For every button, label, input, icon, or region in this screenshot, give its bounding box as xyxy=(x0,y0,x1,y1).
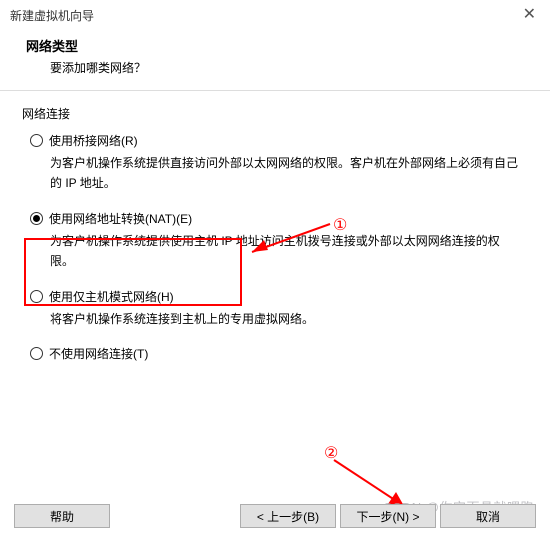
next-button[interactable]: 下一步(N) > xyxy=(340,504,436,528)
option-desc: 将客户机操作系统连接到主机上的专用虚拟网络。 xyxy=(30,305,528,329)
radio-icon xyxy=(30,134,43,147)
option-nat: 使用网络地址转换(NAT)(E) 为客户机操作系统提供使用主机 IP 地址访问主… xyxy=(30,210,528,272)
option-desc: 为客户机操作系统提供直接访问外部以太网网络的权限。客户机在外部网络上必须有自己的… xyxy=(30,149,528,194)
option-desc: 为客户机操作系统提供使用主机 IP 地址访问主机拨号连接或外部以太网网络连接的权… xyxy=(30,227,528,272)
page-subtitle: 要添加哪类网络？ xyxy=(26,55,550,76)
annotation-two: ② xyxy=(324,443,338,463)
option-label: 使用桥接网络(R) xyxy=(49,132,138,149)
option-none: 不使用网络连接(T) xyxy=(30,345,528,362)
radio-icon xyxy=(30,290,43,303)
cancel-button[interactable]: 取消 xyxy=(440,504,536,528)
radio-nat[interactable]: 使用网络地址转换(NAT)(E) xyxy=(30,210,528,227)
close-icon[interactable]: ✕ xyxy=(517,7,542,23)
content-area: 网络连接 使用桥接网络(R) 为客户机操作系统提供直接访问外部以太网网络的权限。… xyxy=(0,91,550,362)
radio-hostonly[interactable]: 使用仅主机模式网络(H) xyxy=(30,288,528,305)
titlebar: 新建虚拟机向导 ✕ xyxy=(0,0,550,30)
radio-icon xyxy=(30,347,43,360)
option-label: 使用仅主机模式网络(H) xyxy=(49,288,174,305)
group-label: 网络连接 xyxy=(22,105,528,122)
option-label: 使用网络地址转换(NAT)(E) xyxy=(49,210,192,227)
back-button[interactable]: < 上一步(B) xyxy=(240,504,336,528)
footer-bar: 帮助 < 上一步(B) 下一步(N) > 取消 xyxy=(0,504,550,528)
options-group: 使用桥接网络(R) 为客户机操作系统提供直接访问外部以太网网络的权限。客户机在外… xyxy=(22,132,528,362)
option-hostonly: 使用仅主机模式网络(H) 将客户机操作系统连接到主机上的专用虚拟网络。 xyxy=(30,288,528,329)
help-button[interactable]: 帮助 xyxy=(14,504,110,528)
page-title: 网络类型 xyxy=(26,36,550,55)
option-bridged: 使用桥接网络(R) 为客户机操作系统提供直接访问外部以太网网络的权限。客户机在外… xyxy=(30,132,528,194)
wizard-header: 网络类型 要添加哪类网络？ xyxy=(0,30,550,90)
radio-icon xyxy=(30,212,43,225)
radio-none[interactable]: 不使用网络连接(T) xyxy=(30,345,528,362)
window-title: 新建虚拟机向导 xyxy=(10,7,94,24)
radio-bridged[interactable]: 使用桥接网络(R) xyxy=(30,132,528,149)
option-label: 不使用网络连接(T) xyxy=(49,345,148,362)
